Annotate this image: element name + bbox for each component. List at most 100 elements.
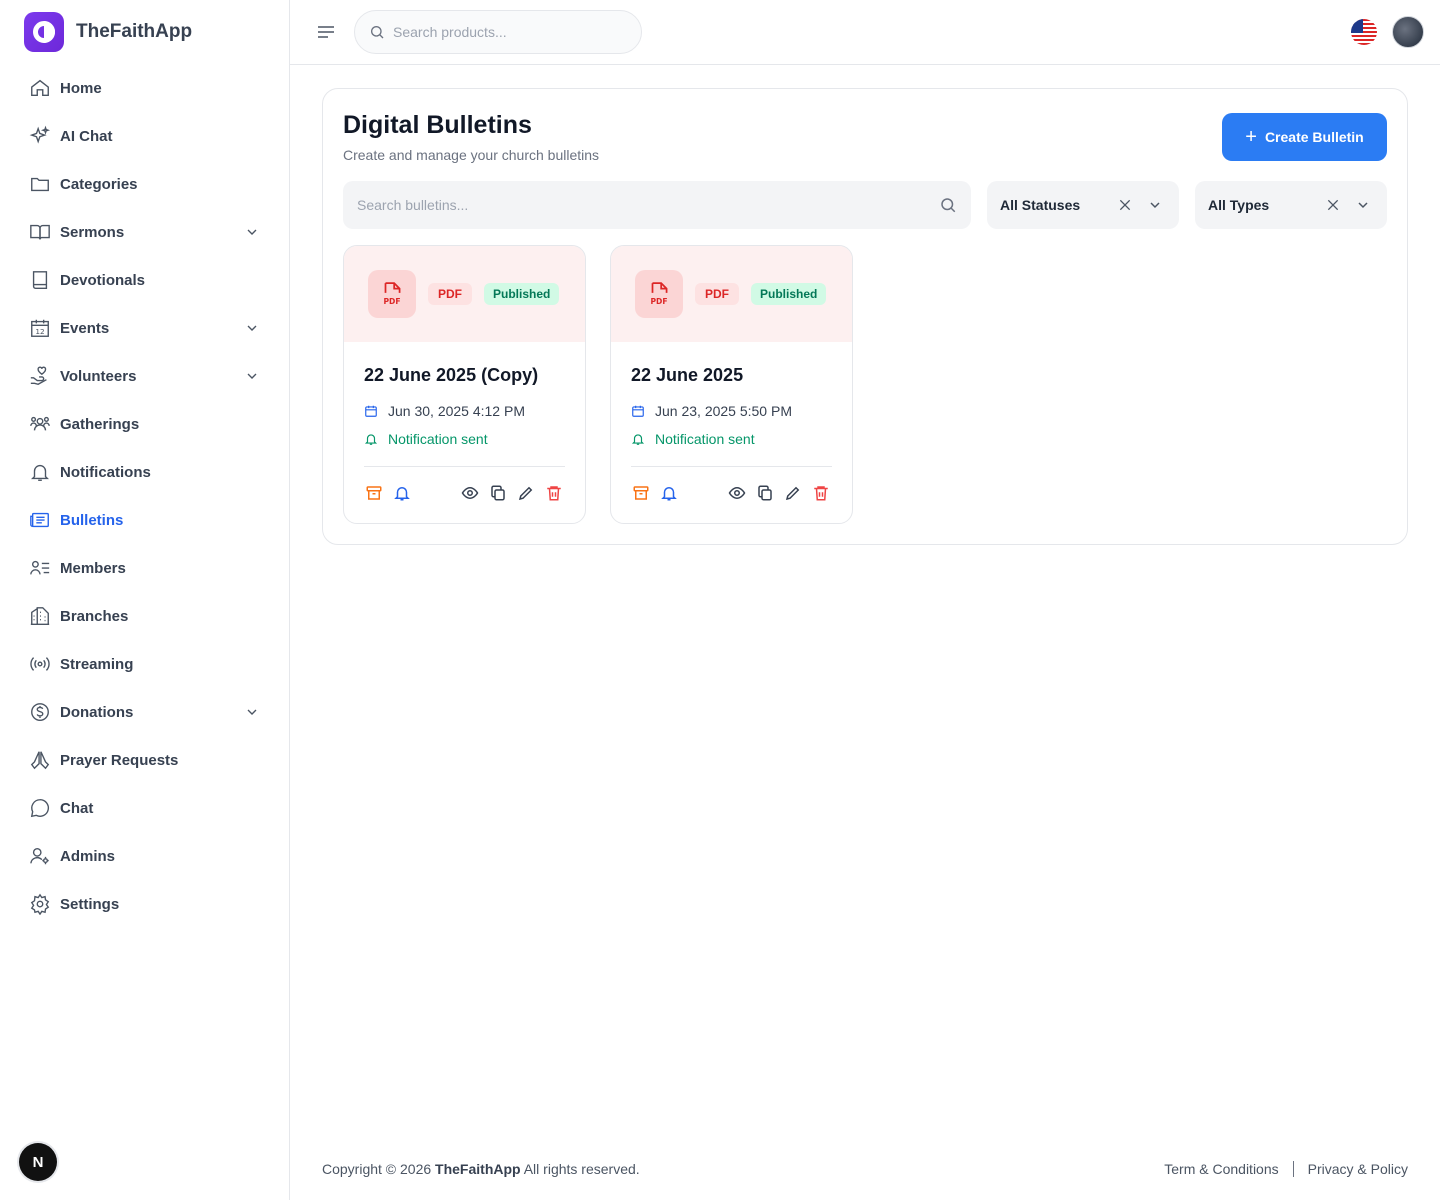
brand[interactable]: TheFaithApp bbox=[0, 0, 289, 64]
bulletins-panel: Digital Bulletins Create and manage your… bbox=[322, 88, 1408, 545]
edit-icon[interactable] bbox=[516, 483, 536, 503]
pdf-file-icon: PDF bbox=[635, 270, 683, 318]
menu-icon[interactable] bbox=[316, 22, 336, 42]
sidebar-item-bulletins[interactable]: Bulletins bbox=[24, 500, 268, 540]
footer-links: Term & Conditions Privacy & Policy bbox=[1164, 1161, 1408, 1177]
edit-icon[interactable] bbox=[783, 483, 803, 503]
chat-bubble-icon bbox=[28, 796, 52, 820]
card-actions bbox=[631, 483, 832, 503]
users-group-icon bbox=[28, 412, 52, 436]
sidebar-item-label: AI Chat bbox=[60, 127, 113, 145]
footer-brand: TheFaithApp bbox=[435, 1161, 521, 1177]
chevron-down-icon[interactable] bbox=[1147, 197, 1163, 213]
sidebar-item-branches[interactable]: Branches bbox=[24, 596, 268, 636]
avatar[interactable] bbox=[1392, 16, 1424, 48]
chevron-down-icon[interactable] bbox=[244, 224, 260, 240]
duplicate-icon[interactable] bbox=[755, 483, 775, 503]
chevron-down-icon[interactable] bbox=[244, 704, 260, 720]
sidebar-item-home[interactable]: Home bbox=[24, 68, 268, 108]
bulletin-search-input[interactable] bbox=[357, 197, 939, 213]
sidebar-item-sermons[interactable]: Sermons bbox=[24, 212, 268, 252]
folder-icon bbox=[28, 172, 52, 196]
delete-icon[interactable] bbox=[544, 483, 564, 503]
create-bulletin-button[interactable]: + Create Bulletin bbox=[1222, 113, 1387, 161]
archive-icon[interactable] bbox=[631, 483, 651, 503]
bulletin-card[interactable]: PDF PDF Published 22 June 2025 Jun 23, 2… bbox=[610, 245, 853, 524]
card-notification-text: Notification sent bbox=[655, 431, 755, 447]
dollar-circle-icon bbox=[28, 700, 52, 724]
topbar bbox=[290, 0, 1440, 65]
type-filter-value: All Types bbox=[1208, 197, 1270, 213]
sidebar-item-label: Settings bbox=[60, 895, 120, 913]
sidebar-item-gatherings[interactable]: Gatherings bbox=[24, 404, 268, 444]
sidebar-item-label: Donations bbox=[60, 703, 134, 721]
sidebar-item-chat[interactable]: Chat bbox=[24, 788, 268, 828]
status-filter-value: All Statuses bbox=[1000, 197, 1081, 213]
app-name: TheFaithApp bbox=[76, 21, 193, 42]
sidebar-item-label: Events bbox=[60, 319, 110, 337]
duplicate-icon[interactable] bbox=[488, 483, 508, 503]
praying-hands-icon bbox=[28, 748, 52, 772]
card-date: Jun 30, 2025 4:12 PM bbox=[364, 403, 525, 419]
sidebar-item-events[interactable]: 12 Events bbox=[24, 308, 268, 348]
sidebar-item-label: Prayer Requests bbox=[60, 751, 179, 769]
card-title: 22 June 2025 (Copy) bbox=[364, 365, 539, 385]
terms-link[interactable]: Term & Conditions bbox=[1164, 1161, 1278, 1177]
sidebar-item-settings[interactable]: Settings bbox=[24, 884, 268, 924]
card-title: 22 June 2025 bbox=[631, 365, 744, 385]
clear-icon[interactable] bbox=[1117, 197, 1133, 213]
privacy-link[interactable]: Privacy & Policy bbox=[1308, 1161, 1408, 1177]
sidebar-item-donations[interactable]: Donations bbox=[24, 692, 268, 732]
product-search-input[interactable] bbox=[393, 24, 613, 40]
pdf-file-icon: PDF bbox=[368, 270, 416, 318]
sidebar-item-streaming[interactable]: Streaming bbox=[24, 644, 268, 684]
product-search bbox=[354, 10, 642, 54]
delete-icon[interactable] bbox=[811, 483, 831, 503]
sidebar-item-prayer-requests[interactable]: Prayer Requests bbox=[24, 740, 268, 780]
sidebar: TheFaithApp Home AI Chat Categories Serm… bbox=[0, 0, 290, 1200]
type-badge: PDF bbox=[695, 283, 739, 305]
sidebar-item-ai-chat[interactable]: AI Chat bbox=[24, 116, 268, 156]
sidebar-item-devotionals[interactable]: Devotionals bbox=[24, 260, 268, 300]
chevron-down-icon[interactable] bbox=[244, 368, 260, 384]
bulletin-card[interactable]: PDF PDF Published 22 June 2025 (Copy) Ju… bbox=[343, 245, 586, 524]
sidebar-item-label: Home bbox=[60, 79, 102, 97]
sidebar-item-label: Branches bbox=[60, 607, 129, 625]
archive-icon[interactable] bbox=[364, 483, 384, 503]
send-notification-icon[interactable] bbox=[392, 483, 412, 503]
view-icon[interactable] bbox=[460, 483, 480, 503]
sidebar-item-members[interactable]: Members bbox=[24, 548, 268, 588]
plus-icon: + bbox=[1245, 126, 1257, 148]
chevron-down-icon[interactable] bbox=[1355, 197, 1371, 213]
sidebar-item-label: Admins bbox=[60, 847, 116, 865]
sidebar-item-admins[interactable]: Admins bbox=[24, 836, 268, 876]
us-flag-icon[interactable] bbox=[1351, 19, 1377, 45]
svg-text:PDF: PDF bbox=[650, 297, 667, 306]
card-divider bbox=[364, 466, 565, 467]
app-logo-icon bbox=[24, 12, 64, 52]
search-icon[interactable] bbox=[939, 196, 957, 214]
type-filter-select[interactable]: All Types bbox=[1195, 181, 1387, 229]
svg-text:PDF: PDF bbox=[383, 297, 400, 306]
nextjs-dev-badge[interactable]: N bbox=[19, 1143, 57, 1181]
card-date-text: Jun 23, 2025 5:50 PM bbox=[655, 403, 792, 419]
card-notification: Notification sent bbox=[364, 431, 488, 447]
send-notification-icon[interactable] bbox=[659, 483, 679, 503]
sidebar-item-categories[interactable]: Categories bbox=[24, 164, 268, 204]
view-icon[interactable] bbox=[727, 483, 747, 503]
footer-separator bbox=[1292, 1161, 1294, 1177]
bell-icon bbox=[28, 460, 52, 484]
status-filter-select[interactable]: All Statuses bbox=[987, 181, 1179, 229]
home-icon bbox=[28, 76, 52, 100]
chevron-down-icon[interactable] bbox=[244, 320, 260, 336]
sidebar-item-volunteers[interactable]: Volunteers bbox=[24, 356, 268, 396]
book-icon bbox=[28, 268, 52, 292]
sidebar-item-label: Bulletins bbox=[60, 511, 124, 529]
copyright-suffix: All rights reserved. bbox=[523, 1161, 640, 1177]
clear-icon[interactable] bbox=[1325, 197, 1341, 213]
sidebar-item-label: Devotionals bbox=[60, 271, 146, 289]
user-gear-icon bbox=[28, 844, 52, 868]
sidebar-item-notifications[interactable]: Notifications bbox=[24, 452, 268, 492]
status-badge: Published bbox=[751, 283, 827, 305]
search-icon bbox=[371, 26, 384, 39]
